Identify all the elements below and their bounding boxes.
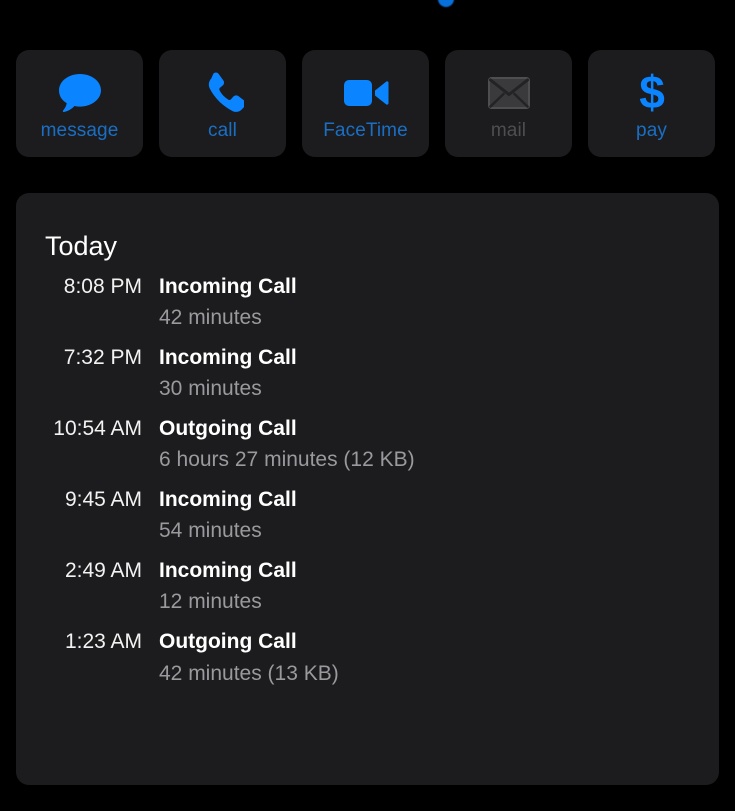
contact-action-row: message call FaceTime mail $ pay [16,50,719,157]
call-history-entry[interactable]: 9:45 AM Incoming Call 54 minutes [16,489,719,542]
call-entry-header: 9:45 AM Incoming Call [16,489,719,511]
action-label-call: call [208,120,237,141]
call-duration: 30 minutes [159,377,262,401]
action-label-facetime: FaceTime [323,120,408,141]
call-duration: 42 minutes (13 KB) [159,661,339,685]
call-entry-header: 8:08 PM Incoming Call [16,275,719,298]
call-type: Incoming Call [159,559,297,583]
call-type: Outgoing Call [159,417,297,441]
dollar-sign-icon: $ [639,70,665,116]
action-button-message[interactable]: message [16,50,143,157]
call-time: 7:32 PM [63,346,142,370]
message-bubble-icon [58,74,101,113]
action-button-facetime[interactable]: FaceTime [302,50,429,157]
message-bubble-icon [57,71,103,115]
action-label-message: message [40,120,119,141]
call-duration: 12 minutes [159,590,262,614]
call-type: Incoming Call [159,275,297,298]
top-partial-badge-icon [438,0,454,7]
action-button-call[interactable]: call [159,50,286,157]
call-history-title: Today [45,231,118,261]
call-duration: 42 minutes [159,306,262,330]
call-entry-header: 1:23 AM Outgoing Call [16,631,719,653]
call-type: Incoming Call [159,488,297,512]
call-history-card: Today 8:08 PM Incoming Call 42 minutes 7:32… [16,193,719,785]
phone-handset-icon [208,72,244,112]
call-time: 2:49 AM [64,559,142,583]
call-type: Incoming Call [159,346,297,370]
dollar-sign-icon: $ [637,70,667,116]
svg-text:$: $ [639,70,665,116]
action-button-pay[interactable]: $ pay [588,50,715,157]
action-label-pay: pay [636,120,667,141]
call-history-entry[interactable]: 10:54 AM Outgoing Call 6 hours 27 minutes … [16,418,719,471]
call-history-list: 8:08 PM Incoming Call 42 minutes 7:32 PM Inc… [16,275,719,703]
call-time: 10:54 AM [53,417,142,441]
envelope-icon [487,77,530,109]
video-camera-icon [343,71,389,115]
call-history-entry[interactable]: 7:32 PM Incoming Call 30 minutes [16,347,719,400]
call-time: 1:23 AM [64,630,142,654]
call-duration: 6 hours 27 minutes (12 KB) [159,448,415,472]
call-time: 9:45 AM [64,488,142,512]
call-entry-header: 10:54 AM Outgoing Call [16,418,719,440]
call-duration: 54 minutes [159,519,262,543]
call-type: Outgoing Call [159,630,297,654]
video-camera-icon [343,80,388,106]
action-button-mail: mail [445,50,572,157]
call-history-entry[interactable]: 1:23 AM Outgoing Call 42 minutes (13 KB) [16,631,719,684]
envelope-icon [487,71,530,115]
call-entry-header: 7:32 PM Incoming Call [16,347,719,369]
phone-handset-icon [202,71,244,115]
contact-detail-screen: message call FaceTime mail $ pay Today 8:08 P… [0,0,735,811]
action-label-mail: mail [490,120,527,141]
call-history-entry[interactable]: 8:08 PM Incoming Call 42 minutes [16,275,719,330]
call-time: 8:08 PM [63,275,142,298]
call-history-entry[interactable]: 2:49 AM Incoming Call 12 minutes [16,560,719,613]
call-entry-header: 2:49 AM Incoming Call [16,560,719,582]
